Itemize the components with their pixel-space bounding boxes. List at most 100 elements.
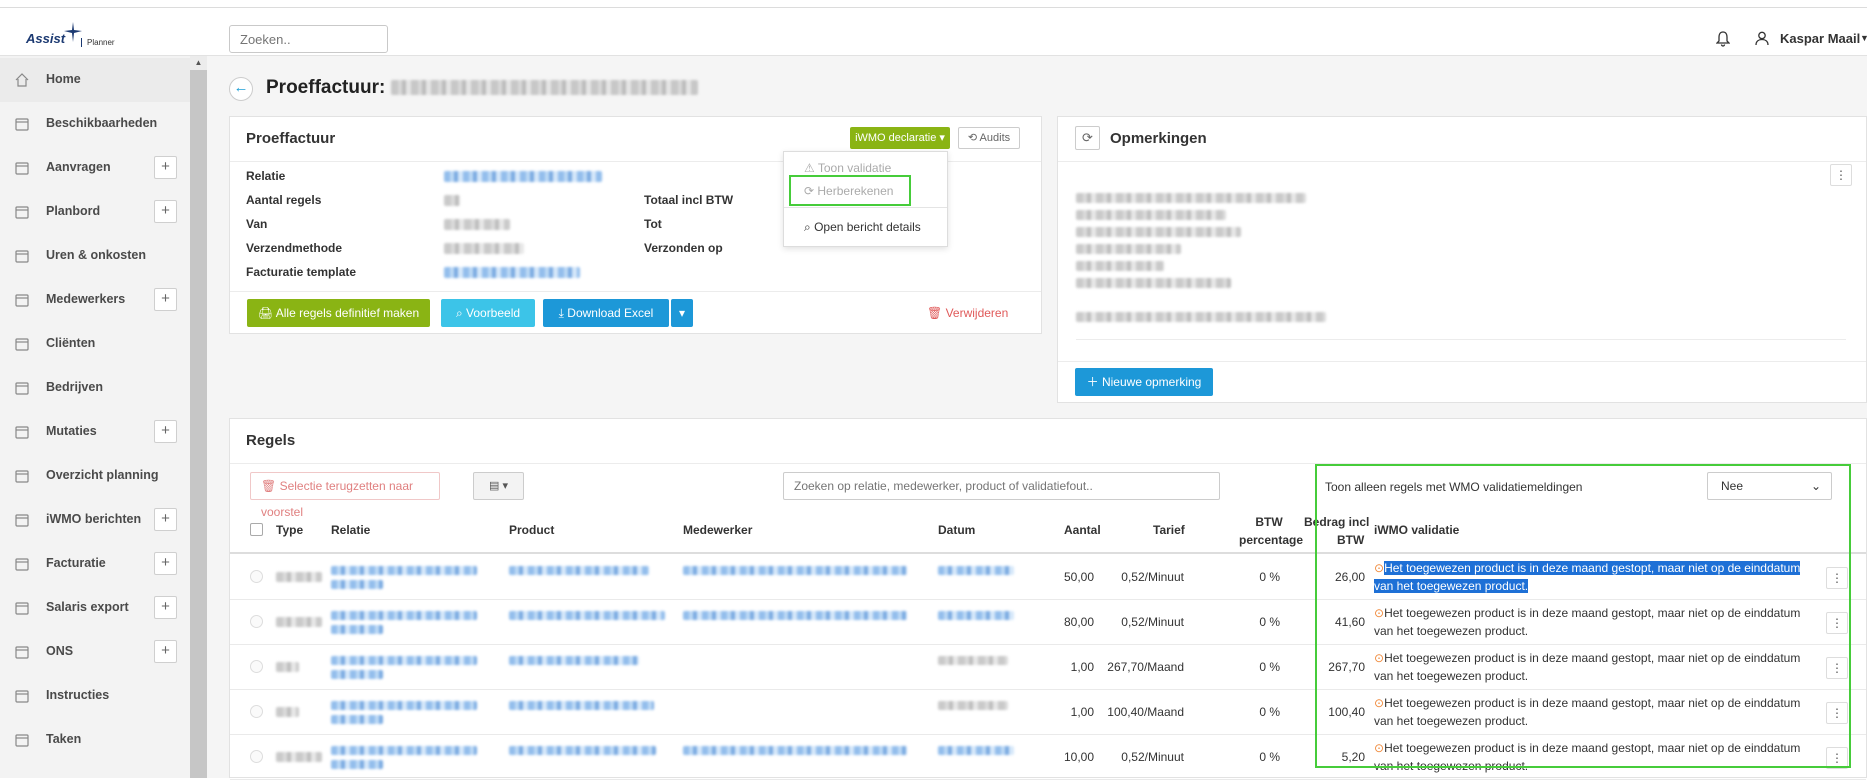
add-icon[interactable]: + bbox=[154, 288, 177, 311]
row-product[interactable] bbox=[509, 701, 654, 710]
row-select-checkbox[interactable] bbox=[250, 750, 263, 763]
app-logo[interactable]: Assist Planner bbox=[26, 22, 136, 52]
sidebar-item-home[interactable]: Home bbox=[0, 58, 190, 102]
voorbeeld-button[interactable]: ⌕ Voorbeeld bbox=[441, 299, 535, 327]
sidebar-item-aanvragen[interactable]: Aanvragen + bbox=[0, 146, 190, 190]
row-relatie[interactable] bbox=[331, 670, 383, 679]
sidebar-item-instructies[interactable]: Instructies bbox=[0, 674, 190, 718]
col-tarief[interactable]: Tarief bbox=[1153, 523, 1185, 537]
row-product[interactable] bbox=[509, 746, 656, 755]
sidebar-item-uren-onkosten[interactable]: Uren & onkosten bbox=[0, 234, 190, 278]
definitief-button[interactable]: 🖨 Alle regels definitief maken bbox=[247, 299, 430, 327]
row-relatie[interactable] bbox=[331, 625, 383, 634]
add-icon[interactable]: + bbox=[154, 508, 177, 531]
row-product[interactable] bbox=[509, 611, 665, 620]
col-type[interactable]: Type bbox=[276, 523, 303, 537]
row-medewerker[interactable] bbox=[683, 746, 907, 755]
select-all-checkbox[interactable] bbox=[250, 523, 263, 536]
sidebar: Home Beschikbaarheden Aanvragen + Planbord + U… bbox=[0, 56, 190, 778]
add-icon[interactable]: + bbox=[154, 156, 177, 179]
add-icon[interactable]: + bbox=[154, 596, 177, 619]
aantal-value bbox=[444, 195, 460, 206]
row-btw: 0 % bbox=[1259, 750, 1280, 764]
invoice-card-title: Proeffactuur bbox=[246, 130, 336, 147]
remark-line bbox=[1076, 261, 1164, 271]
row-btw: 0 % bbox=[1259, 705, 1280, 719]
row-aantal: 1,00 bbox=[1070, 660, 1094, 674]
remarks-menu-button[interactable]: ⋮ bbox=[1830, 164, 1852, 186]
user-name[interactable]: Kaspar Maail bbox=[1780, 31, 1860, 46]
row-select-checkbox[interactable] bbox=[250, 570, 263, 583]
sidebar-item-taken[interactable]: Taken bbox=[0, 718, 190, 762]
remarks-title: Opmerkingen bbox=[1110, 130, 1207, 147]
sidebar-item-facturatie[interactable]: Facturatie + bbox=[0, 542, 190, 586]
row-aantal: 80,00 bbox=[1063, 615, 1094, 629]
row-relatie[interactable] bbox=[331, 715, 383, 724]
rules-search-input[interactable] bbox=[783, 472, 1220, 500]
col-medewerker[interactable]: Medewerker bbox=[683, 523, 752, 537]
row-relatie[interactable] bbox=[331, 656, 477, 665]
sidebar-scrollbar[interactable]: ▲ bbox=[190, 56, 207, 778]
row-product[interactable] bbox=[509, 566, 649, 575]
sidebar-item-medewerkers[interactable]: Medewerkers + bbox=[0, 278, 190, 322]
verwijderen-button[interactable]: 🗑 Verwijderen bbox=[927, 306, 1008, 320]
label-verzendmethode: Verzendmethode bbox=[246, 241, 343, 255]
sidebar-item-overzicht-planning[interactable]: Overzicht planning bbox=[0, 454, 190, 498]
sidebar-item-salaris-export[interactable]: Salaris export + bbox=[0, 586, 190, 630]
iwmo-declaratie-button[interactable]: iWMO declaratie ▾ bbox=[850, 127, 950, 149]
refresh-icon[interactable]: ⟳ bbox=[1075, 126, 1100, 150]
sidebar-item-beschikbaarheden[interactable]: Beschikbaarheden bbox=[0, 102, 190, 146]
sidebar-item-bedrijven[interactable]: Bedrijven bbox=[0, 366, 190, 410]
row-type bbox=[276, 707, 300, 717]
sidebar-item-planbord[interactable]: Planbord + bbox=[0, 190, 190, 234]
remark-line bbox=[1076, 193, 1306, 203]
row-medewerker[interactable] bbox=[683, 566, 907, 575]
relatie-value[interactable] bbox=[444, 171, 602, 182]
sidebar-item-mutaties[interactable]: Mutaties + bbox=[0, 410, 190, 454]
add-icon[interactable]: + bbox=[154, 552, 177, 575]
row-medewerker[interactable] bbox=[683, 611, 907, 620]
col-aantal[interactable]: Aantal bbox=[1064, 523, 1101, 537]
new-remark-button[interactable]: ＋ Nieuwe opmerking bbox=[1075, 368, 1213, 396]
row-aantal: 10,00 bbox=[1063, 750, 1094, 764]
add-icon[interactable]: + bbox=[154, 200, 177, 223]
row-select-checkbox[interactable] bbox=[250, 615, 263, 628]
row-relatie[interactable] bbox=[331, 580, 383, 589]
row-tarief: 100,40/Maand bbox=[1107, 705, 1184, 719]
col-relatie[interactable]: Relatie bbox=[331, 523, 370, 537]
chevron-down-icon[interactable]: ▼ bbox=[1860, 33, 1867, 43]
definitief-label: Alle regels definitief maken bbox=[275, 306, 420, 320]
sidebar-item-label: Facturatie bbox=[46, 556, 106, 570]
row-relatie[interactable] bbox=[331, 701, 477, 710]
back-button[interactable]: ← bbox=[229, 77, 253, 101]
download-excel-button[interactable]: ⤓ Download Excel bbox=[543, 299, 669, 327]
user-icon[interactable] bbox=[1755, 31, 1769, 46]
template-value[interactable] bbox=[444, 267, 580, 278]
row-relatie[interactable] bbox=[331, 760, 383, 769]
sidebar-item-iwmo-berichten[interactable]: iWMO berichten + bbox=[0, 498, 190, 542]
add-icon[interactable]: + bbox=[154, 640, 177, 663]
row-relatie[interactable] bbox=[331, 566, 477, 575]
sidebar-item-cli-nten[interactable]: Cliënten bbox=[0, 322, 190, 366]
col-btw-2[interactable]: percentage bbox=[1239, 533, 1303, 547]
col-btw[interactable]: BTW bbox=[1249, 515, 1289, 529]
global-search-input[interactable] bbox=[229, 25, 388, 53]
column-chooser-button[interactable]: ▤ ▾ bbox=[473, 472, 524, 500]
audits-button[interactable]: ⟲ Audits bbox=[958, 127, 1020, 149]
row-select-checkbox[interactable] bbox=[250, 660, 263, 673]
reset-selection-button[interactable]: 🗑 Selectie terugzetten naar voorstel bbox=[250, 472, 440, 519]
sidebar-item-ons[interactable]: ONS + bbox=[0, 630, 190, 674]
menu-item-toon-validatie[interactable]: ⚠ Toon validatie bbox=[804, 161, 891, 175]
row-select-checkbox[interactable] bbox=[250, 705, 263, 718]
add-icon[interactable]: + bbox=[154, 420, 177, 443]
label-facturatie-template: Facturatie template bbox=[246, 265, 357, 279]
row-relatie[interactable] bbox=[331, 746, 477, 755]
menu-item-open-bericht[interactable]: ⌕ Open bericht details bbox=[804, 220, 921, 235]
col-product[interactable]: Product bbox=[509, 523, 554, 537]
scroll-up-icon[interactable]: ▲ bbox=[190, 56, 207, 70]
row-relatie[interactable] bbox=[331, 611, 477, 620]
excel-dropdown-button[interactable]: ▾ bbox=[671, 299, 693, 327]
bell-icon[interactable] bbox=[1716, 31, 1730, 47]
row-product[interactable] bbox=[509, 656, 639, 665]
col-datum[interactable]: Datum bbox=[938, 523, 975, 537]
